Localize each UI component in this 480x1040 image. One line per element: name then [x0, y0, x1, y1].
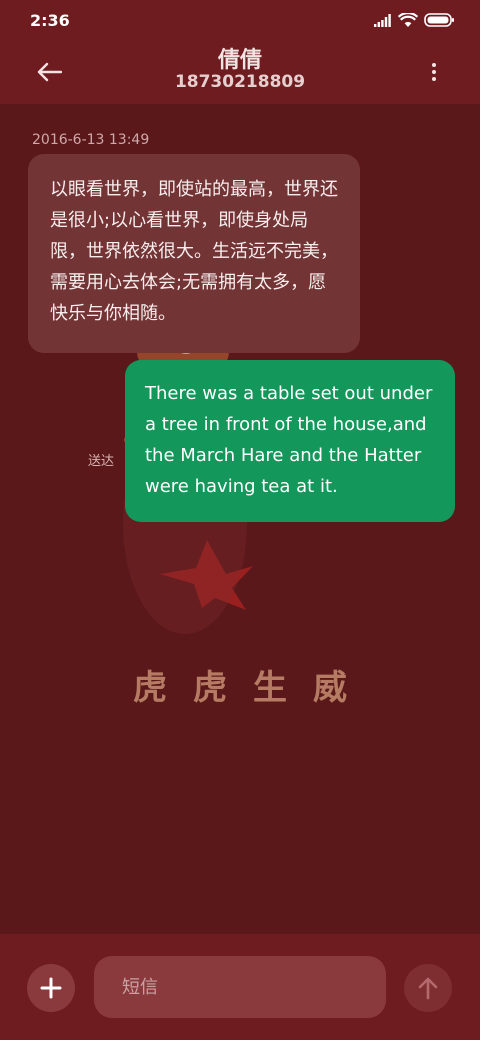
battery-icon — [424, 13, 454, 27]
outgoing-message[interactable]: There was a table set out under a tree i… — [125, 360, 455, 522]
message-list[interactable]: 虎虎生威 2016-6-13 13:49 以眼看世界，即使站的最高，世界还是很小… — [0, 104, 480, 934]
signal-icon — [374, 13, 391, 27]
contact-name: 倩倩 — [217, 48, 262, 73]
delivery-status: 送达 — [88, 454, 115, 469]
status-icons — [374, 12, 454, 28]
wifi-icon — [398, 12, 418, 27]
message-timestamp: 2016-6-13 13:49 — [32, 132, 150, 148]
send-arrow-icon — [418, 977, 438, 1000]
more-vert-icon — [432, 63, 436, 67]
more-options-button[interactable] — [424, 58, 444, 86]
send-button[interactable] — [404, 964, 452, 1012]
status-bar: 2:36 — [0, 0, 480, 40]
conversation-header: 倩倩 18730218809 — [0, 40, 480, 104]
message-input-container — [94, 956, 386, 1018]
status-time: 2:36 — [30, 11, 70, 30]
wallpaper-tagline: 虎虎生威 — [133, 668, 373, 708]
plus-icon — [40, 977, 62, 999]
composer-bar — [0, 934, 480, 1040]
message-input[interactable] — [94, 956, 372, 1018]
contact-phone: 18730218809 — [174, 72, 306, 92]
attach-button[interactable] — [27, 964, 75, 1012]
incoming-message[interactable]: 以眼看世界，即使站的最高，世界还是很小;以心看世界，即使身处局限，世界依然很大。… — [28, 154, 360, 353]
